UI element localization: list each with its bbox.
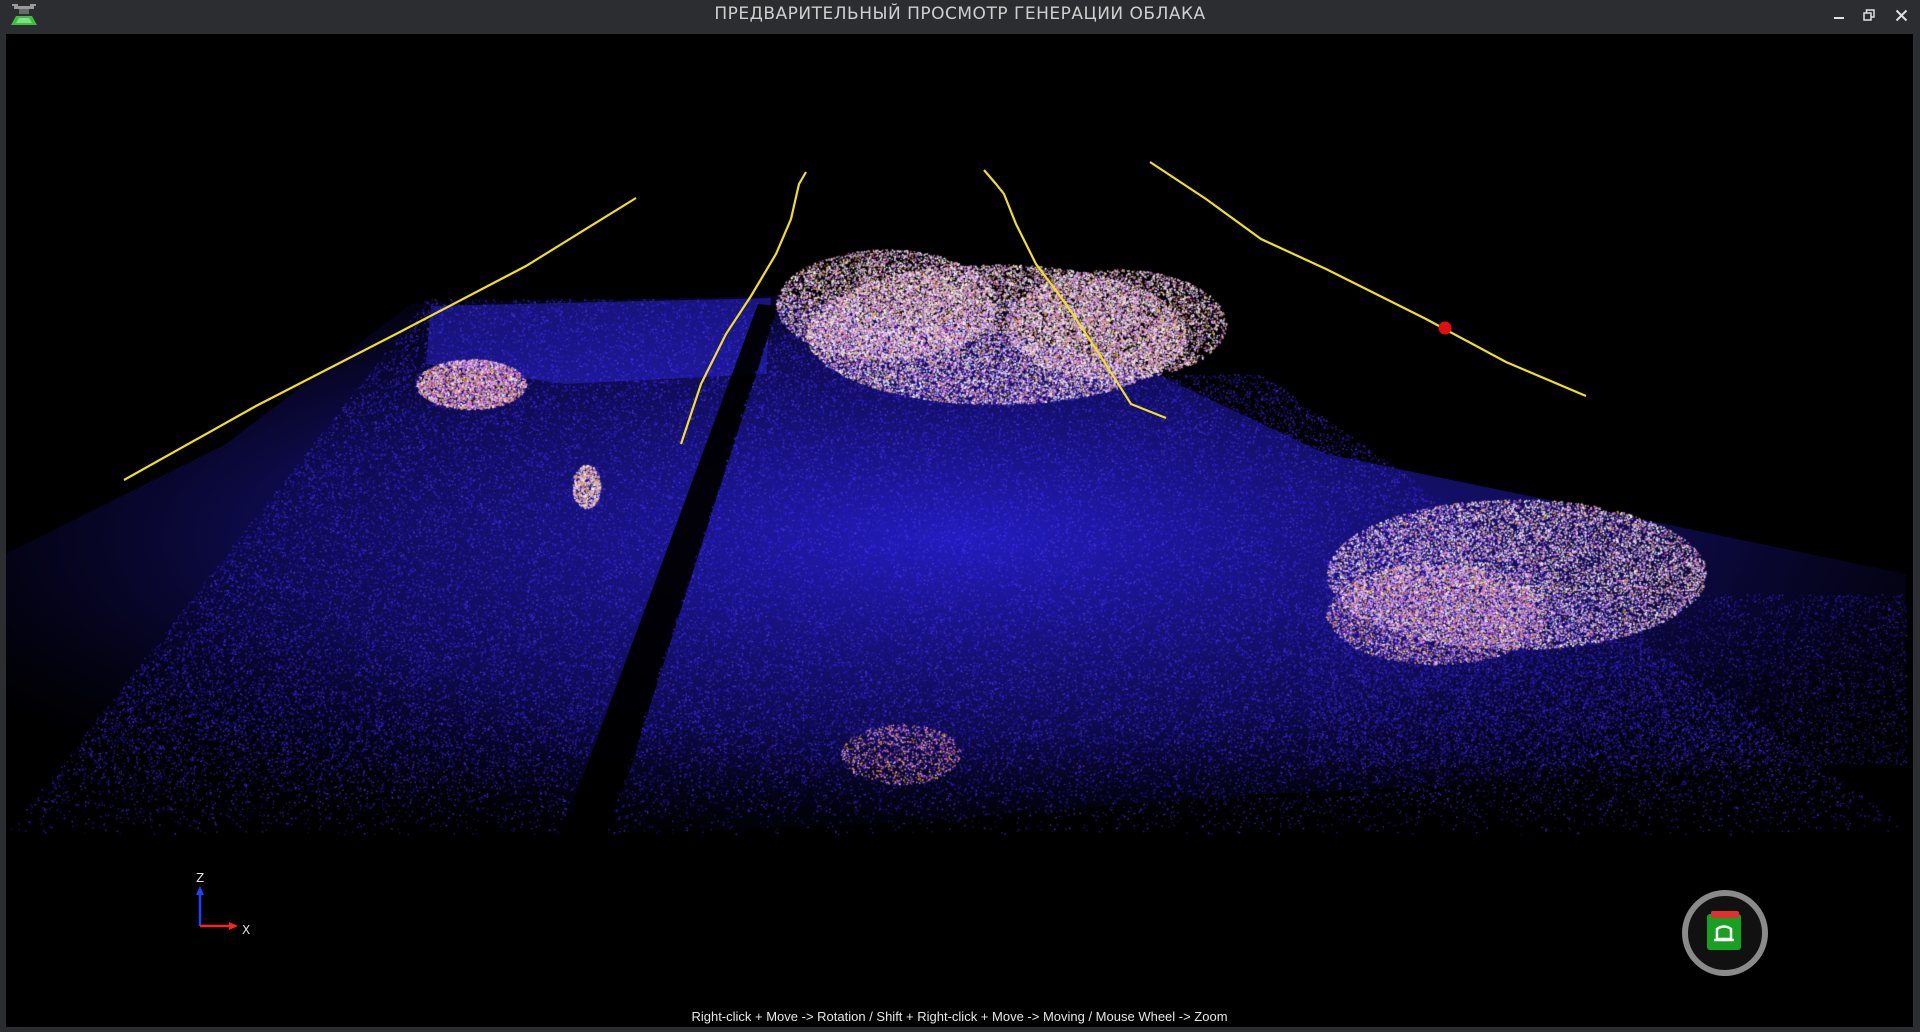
flight-line-1 bbox=[123, 197, 637, 481]
home-view-icon bbox=[1707, 914, 1741, 950]
position-marker[interactable] bbox=[1438, 321, 1452, 335]
close-button[interactable] bbox=[1891, 6, 1911, 24]
z-axis-label: Z bbox=[196, 871, 204, 885]
close-icon bbox=[1895, 9, 1907, 21]
window-title: ПРЕДВАРИТЕЛЬНЫЙ ПРОСМОТР ГЕНЕРАЦИИ ОБЛАК… bbox=[714, 4, 1206, 24]
minimize-button[interactable] bbox=[1829, 6, 1849, 24]
point-cloud-viewport[interactable]: Z X Right-click + Move -> Rotation / Shi… bbox=[6, 34, 1913, 1027]
flight-line-3 bbox=[983, 169, 1167, 420]
navigation-hint: Right-click + Move -> Rotation / Shift +… bbox=[691, 1009, 1228, 1024]
cloud-preview-window: ПРЕДВАРИТЕЛЬНЫЙ ПРОСМОТР ГЕНЕРАЦИИ ОБЛАК… bbox=[0, 0, 1920, 1032]
flight-line-2 bbox=[679, 171, 807, 445]
minimize-icon bbox=[1834, 17, 1844, 19]
title-bar[interactable]: ПРЕДВАРИТЕЛЬНЫЙ ПРОСМОТР ГЕНЕРАЦИИ ОБЛАК… bbox=[0, 0, 1920, 30]
flight-line-4 bbox=[1149, 161, 1587, 398]
trajectory-overlay bbox=[123, 161, 1587, 481]
restore-icon bbox=[1863, 9, 1875, 21]
x-axis-label: X bbox=[242, 923, 250, 937]
axes-indicator: Z X bbox=[196, 871, 250, 937]
restore-button[interactable] bbox=[1859, 6, 1879, 24]
home-view-button[interactable] bbox=[1681, 889, 1769, 977]
